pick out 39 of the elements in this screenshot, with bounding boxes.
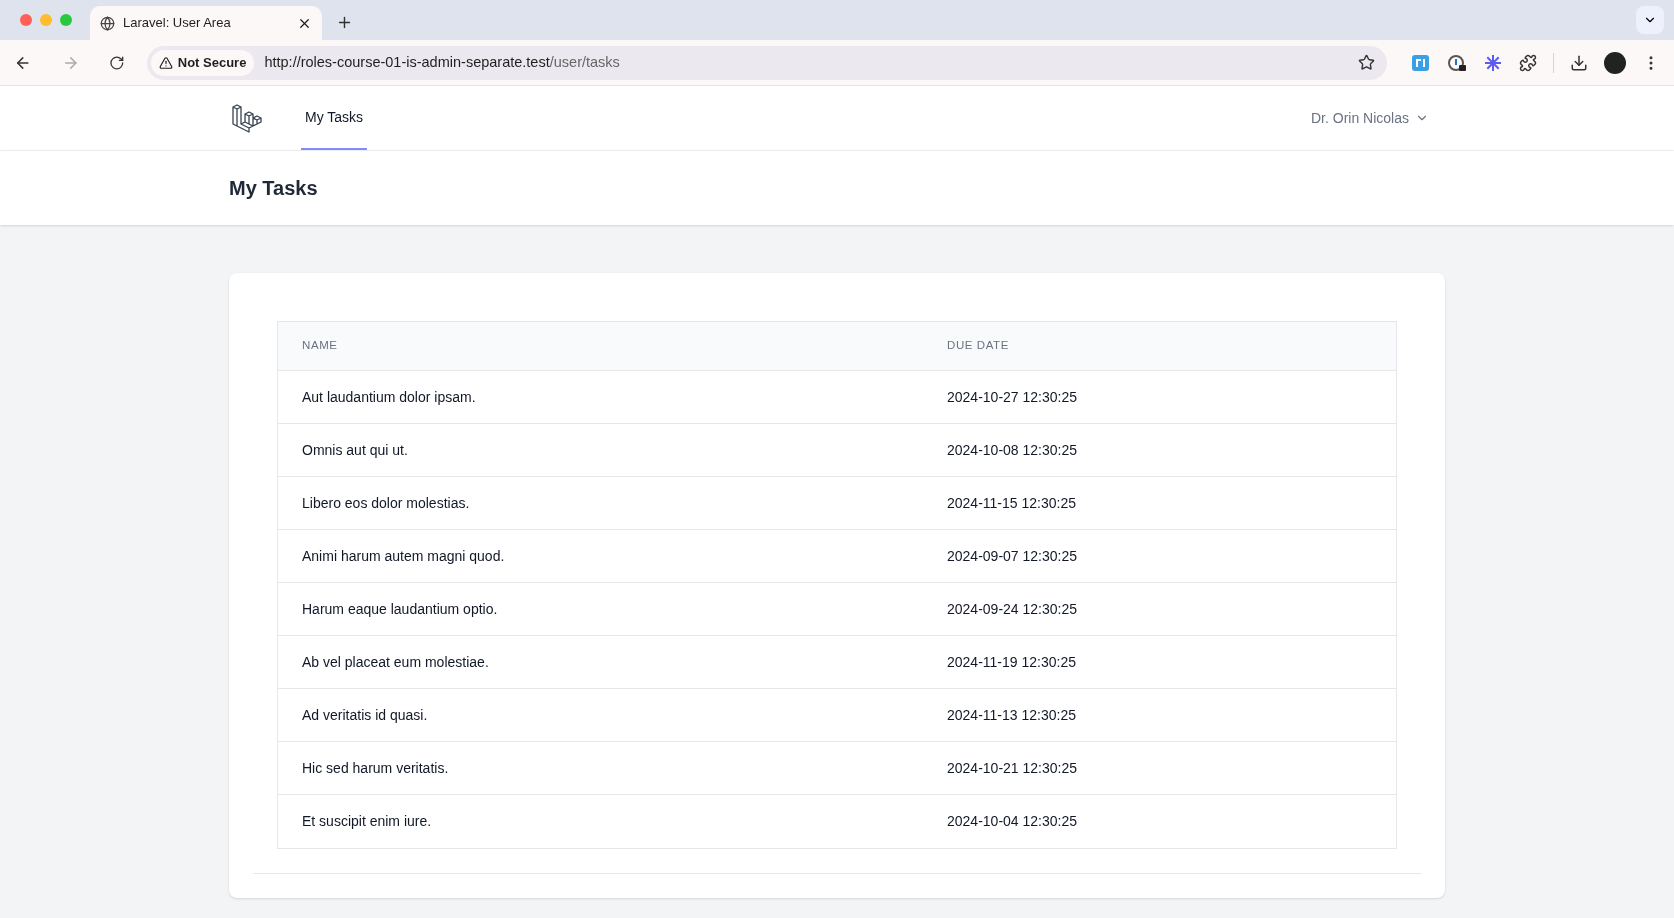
table-cell-text: 2024-09-24 12:30:25: [946, 599, 1078, 619]
url-text: http://roles-course-01-is-admin-separate.test/user/tasks: [264, 52, 620, 72]
address-bar[interactable]: Not Secure http://roles-course-01-is-admin-separate.test/user/tasks: [146, 45, 1387, 80]
table-cell-text: Animi harum autem magni quod.: [301, 546, 506, 566]
globe-icon: [100, 15, 115, 31]
user-menu-button[interactable]: Dr. Orin Nicolas: [1310, 86, 1429, 150]
table-cell-text: 2024-11-19 12:30:25: [946, 652, 1077, 672]
table-cell-text: Ab vel placeat eum molestiae.: [301, 652, 490, 672]
table-cell-text: 2024-10-21 12:30:25: [946, 758, 1078, 778]
table-cell-text: Harum eaque laudantium optio.: [301, 599, 499, 619]
table-cell-text: 2024-10-04 12:30:25: [946, 812, 1078, 831]
new-tab-icon[interactable]: [336, 14, 353, 31]
download-icon[interactable]: [1570, 53, 1588, 72]
starburst-icon[interactable]: [1483, 52, 1503, 73]
column-header: DUE DATE: [946, 338, 1010, 354]
column-header: NAME: [301, 338, 339, 354]
table-cell-text: Hic sed harum veritatis.: [301, 758, 450, 778]
table-cell-text: Ad veritatis id quasi.: [301, 705, 429, 725]
page-title: My Tasks: [229, 176, 318, 201]
security-chip[interactable]: Not Secure: [150, 49, 255, 76]
table-cell-text: 2024-10-08 12:30:25: [946, 440, 1078, 460]
table-cell-text: Et suscipit enim iure.: [301, 812, 433, 831]
table-cell-text: Omnis aut qui ut.: [301, 440, 409, 460]
tab-title: Laravel: User Area: [123, 14, 232, 33]
table-cell-text: 2024-11-13 12:30:25: [946, 705, 1077, 725]
bookmark-star-icon[interactable]: [1358, 54, 1375, 71]
extension-icon[interactable]: [1411, 52, 1431, 73]
table-cell-text: Aut laudantium dolor ipsam.: [301, 387, 477, 407]
table-cell-text: 2024-11-15 12:30:25: [946, 493, 1077, 513]
table-cell-text: 2024-09-07 12:30:25: [946, 546, 1078, 566]
table-cell-text: 2024-10-27 12:30:25: [946, 387, 1078, 407]
stacked-cubes-logo-icon[interactable]: [231, 102, 263, 134]
gauge-lock-icon[interactable]: [1447, 52, 1467, 73]
profile-avatar[interactable]: [1604, 51, 1626, 74]
extensions-puzzle-icon[interactable]: [1519, 53, 1537, 72]
browser-tab[interactable]: Laravel: User Area: [90, 6, 322, 40]
reload-icon[interactable]: [109, 54, 125, 71]
warning-icon: [158, 55, 173, 70]
table-cell-text: Libero eos dolor molestias.: [301, 493, 471, 513]
